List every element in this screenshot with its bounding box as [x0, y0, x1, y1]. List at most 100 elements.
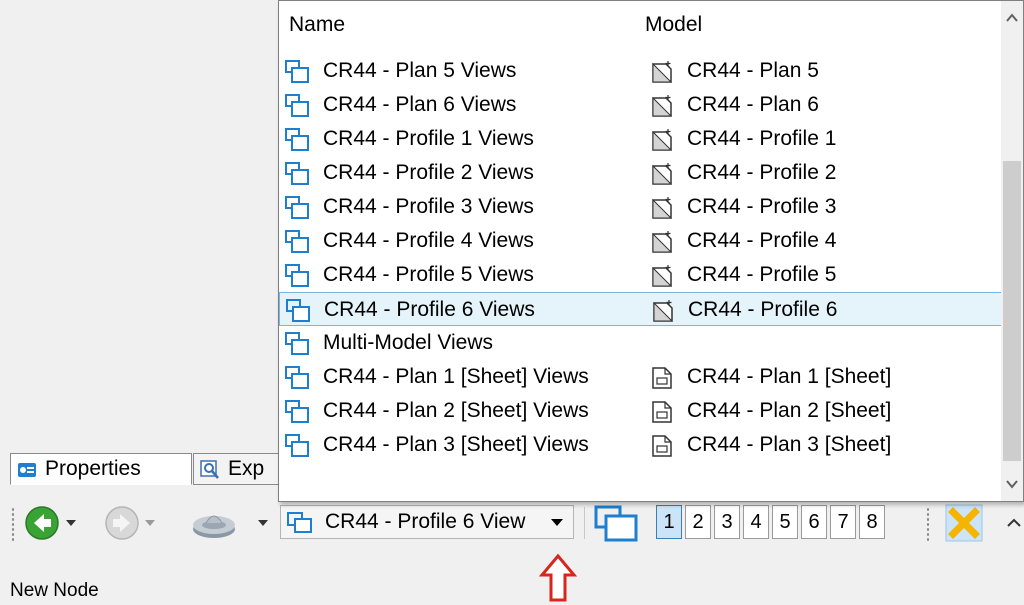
saved-view-combo[interactable]: CR44 - Profile 6 View [280, 505, 574, 539]
saved-view-name: CR44 - Profile 1 Views [323, 127, 534, 150]
view-group-icon [285, 434, 309, 458]
combo-dropdown-arrow[interactable] [551, 519, 563, 526]
view-button-4[interactable]: 4 [743, 505, 769, 539]
saved-view-button[interactable] [188, 505, 240, 541]
saved-view-row[interactable]: CR44 - Profile 1 Views CR44 - Profile 1 [279, 122, 1003, 156]
view-group-icon [286, 299, 310, 323]
saved-view-model: CR44 - Profile 3 [687, 195, 837, 218]
forward-dropdown-arrow[interactable] [145, 520, 155, 526]
column-header-model[interactable]: Model [645, 13, 702, 37]
scroll-up-icon[interactable] [1005, 11, 1019, 25]
saved-view-model: CR44 - Profile 6 [688, 298, 838, 321]
design-model-icon [651, 94, 673, 118]
view-button-2[interactable]: 2 [685, 505, 711, 539]
workspace-background [0, 0, 278, 448]
toolbar-grip-2[interactable] [926, 507, 930, 541]
view-group-icon [285, 94, 309, 118]
view-button-5[interactable]: 5 [772, 505, 798, 539]
disk-view-icon [193, 515, 235, 538]
saved-view-name: CR44 - Profile 2 Views [323, 161, 534, 184]
red-pointer-arrow-icon [538, 553, 578, 602]
view-groups-button[interactable] [592, 503, 640, 543]
saved-view-row[interactable]: CR44 - Profile 4 Views CR44 - Profile 4 [279, 224, 1003, 258]
view-group-icon [285, 230, 309, 254]
back-button[interactable] [24, 505, 60, 541]
properties-icon [18, 463, 36, 477]
saved-view-model: CR44 - Profile 1 [687, 127, 837, 150]
status-text: New Node [10, 580, 99, 601]
view-group-icon [285, 162, 309, 186]
saved-view-name: CR44 - Profile 4 Views [323, 229, 534, 252]
saved-view-name: CR44 - Plan 5 Views [323, 59, 517, 82]
view-group-icon [285, 128, 309, 152]
saved-view-row[interactable]: CR44 - Plan 3 [Sheet] Views CR44 - Plan 3… [279, 428, 1003, 462]
view-button-1[interactable]: 1 [656, 505, 682, 539]
saved-view-model: CR44 - Profile 2 [687, 161, 837, 184]
close-x-icon [945, 504, 983, 542]
design-model-icon [651, 264, 673, 288]
view-toolbar: CR44 - Profile 6 View 1 2 3 4 5 6 7 8 [0, 493, 1024, 553]
saved-view-name: CR44 - Profile 5 Views [323, 263, 534, 286]
saved-views-list: CR44 - Plan 5 Views CR44 - Plan 5 CR44 - P… [279, 54, 1003, 462]
saved-view-name: CR44 - Plan 3 [Sheet] Views [323, 433, 589, 456]
saved-view-model: CR44 - Plan 5 [687, 59, 819, 82]
sheet-model-icon [651, 434, 673, 458]
view-groups-icon [594, 505, 638, 542]
sheet-model-icon [651, 366, 673, 390]
toolbar-grip[interactable] [11, 507, 15, 541]
saved-view-row[interactable]: CR44 - Plan 1 [Sheet] Views CR44 - Plan 1… [279, 360, 1003, 394]
view-button-3[interactable]: 3 [714, 505, 740, 539]
saved-view-name: CR44 - Plan 2 [Sheet] Views [323, 399, 589, 422]
dropdown-header: Name Model [279, 1, 999, 47]
view-number-buttons: 1 2 3 4 5 6 7 8 [656, 505, 885, 539]
saved-view-name: CR44 - Profile 6 Views [324, 298, 535, 321]
saved-view-model: CR44 - Profile 5 [687, 263, 837, 286]
column-header-name[interactable]: Name [289, 13, 345, 37]
saved-view-row[interactable]: CR44 - Plan 2 [Sheet] Views CR44 - Plan 2… [279, 394, 1003, 428]
back-arrow-icon [25, 506, 59, 540]
view-group-icon [285, 366, 309, 390]
back-dropdown-arrow[interactable] [66, 520, 76, 526]
saved-view-row[interactable]: CR44 - Profile 6 Views CR44 - Profile 6 [279, 292, 1003, 326]
close-views-button[interactable] [944, 503, 984, 543]
forward-arrow-icon [105, 506, 139, 540]
view-button-7[interactable]: 7 [830, 505, 856, 539]
design-model-icon [651, 196, 673, 220]
saved-view-name: CR44 - Plan 6 Views [323, 93, 517, 116]
saved-view-row[interactable]: CR44 - Plan 5 Views CR44 - Plan 5 [279, 54, 1003, 88]
saved-view-dropdown-arrow[interactable] [258, 520, 268, 526]
scroll-down-icon[interactable] [1005, 477, 1019, 491]
saved-view-combo-value: CR44 - Profile 6 View [325, 510, 526, 533]
forward-button[interactable] [104, 505, 140, 541]
design-model-icon [651, 162, 673, 186]
saved-view-model: CR44 - Plan 1 [Sheet] [687, 365, 892, 388]
chevron-up-icon[interactable] [1006, 515, 1022, 531]
saved-views-dropdown: Name Model CR44 - Plan 5 Views CR44 - Pla… [278, 0, 1024, 502]
saved-view-row[interactable]: CR44 - Profile 2 Views CR44 - Profile 2 [279, 156, 1003, 190]
view-button-6[interactable]: 6 [801, 505, 827, 539]
tab-properties[interactable]: Properties [10, 453, 192, 485]
view-group-icon [285, 400, 309, 424]
saved-view-row[interactable]: CR44 - Profile 3 Views CR44 - Profile 3 [279, 190, 1003, 224]
saved-view-row[interactable]: CR44 - Profile 5 Views CR44 - Profile 5 [279, 258, 1003, 292]
dropdown-scrollbar[interactable] [1001, 1, 1023, 501]
tab-explorer-label: Exp [228, 457, 265, 480]
saved-view-model: CR44 - Plan 3 [Sheet] [687, 433, 892, 456]
view-group-icon [285, 60, 309, 84]
design-model-icon [651, 60, 673, 84]
view-group-icon [285, 196, 309, 220]
saved-view-row[interactable]: CR44 - Plan 6 Views CR44 - Plan 6 [279, 88, 1003, 122]
panel-tab-strip: Properties Exp [0, 448, 293, 488]
toolbar-separator [584, 507, 585, 539]
design-model-icon [652, 299, 674, 323]
design-model-icon [651, 230, 673, 254]
sheet-model-icon [651, 400, 673, 424]
scrollbar-thumb[interactable] [1003, 161, 1021, 461]
tab-properties-label: Properties [45, 457, 141, 480]
view-group-icon [285, 264, 309, 288]
saved-view-name: CR44 - Profile 3 Views [323, 195, 534, 218]
saved-view-row[interactable]: Multi-Model Views [279, 326, 1003, 360]
view-button-8[interactable]: 8 [859, 505, 885, 539]
saved-view-name: Multi-Model Views [323, 331, 493, 354]
saved-view-model: CR44 - Plan 6 [687, 93, 819, 116]
